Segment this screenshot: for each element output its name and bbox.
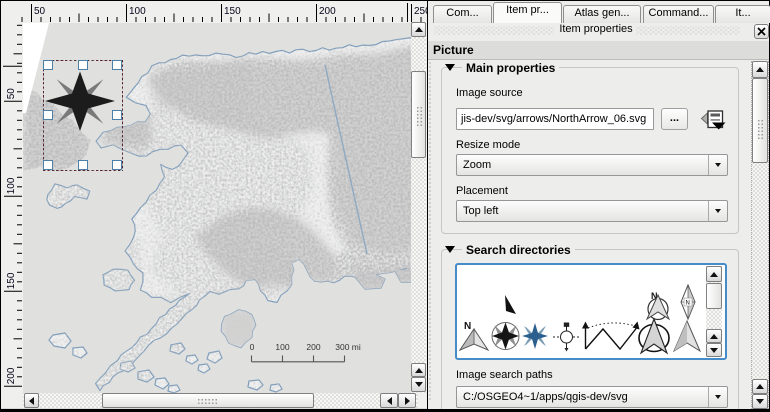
svg-text:250: 250 bbox=[414, 6, 427, 17]
svg-text:300 mi: 300 mi bbox=[335, 342, 361, 352]
svg-text:N: N bbox=[464, 321, 471, 332]
svg-text:100: 100 bbox=[129, 6, 146, 17]
svg-text:50: 50 bbox=[6, 88, 17, 100]
svg-text:200: 200 bbox=[6, 367, 17, 384]
svg-text:200: 200 bbox=[306, 342, 320, 352]
svg-text:150: 150 bbox=[6, 272, 17, 289]
svg-text:100: 100 bbox=[6, 177, 17, 194]
svg-text:0: 0 bbox=[250, 342, 255, 352]
svg-text:100: 100 bbox=[275, 342, 289, 352]
svg-text:50: 50 bbox=[34, 6, 46, 17]
svg-text:200: 200 bbox=[319, 6, 336, 17]
svg-text:150: 150 bbox=[224, 6, 241, 17]
svg-text:N: N bbox=[686, 301, 690, 307]
